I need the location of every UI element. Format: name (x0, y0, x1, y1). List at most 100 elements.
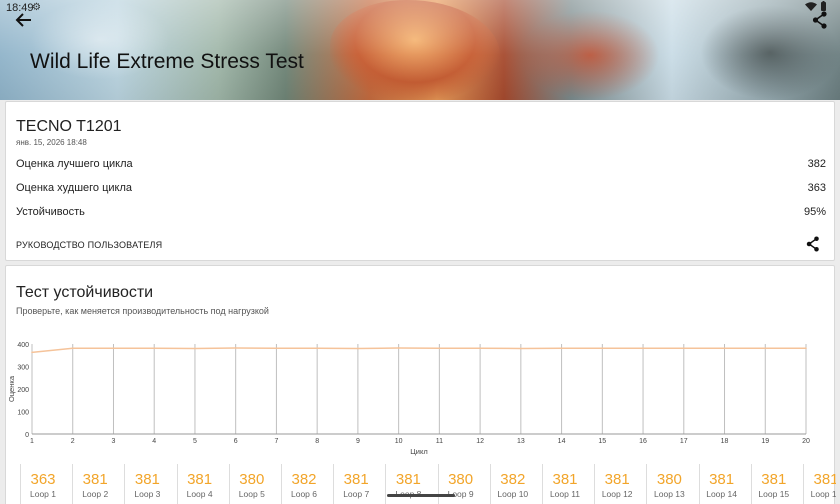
loop-score-value: 380 (656, 471, 682, 488)
loop-scores: 363 Loop 1 381 Loop 2 381 Loop 3 381 Loop 4 380 L… (20, 464, 836, 504)
loop-score-label: Loop 16 (810, 489, 836, 499)
loop-score-label: Loop 2 (82, 489, 109, 499)
x-tick-label: 3 (112, 438, 116, 445)
loop-score-value: 363 (30, 471, 56, 488)
loop-score-value: 381 (343, 471, 369, 488)
loop-score-value: 381 (604, 471, 630, 488)
x-tick-label: 12 (476, 438, 484, 445)
loop-score-value: 382 (291, 471, 317, 488)
y-tick-label: 300 (17, 365, 29, 372)
section-subtitle: Проверьте, как меняется производительнос… (16, 306, 269, 316)
data-point (642, 347, 644, 350)
loop-separator (594, 464, 596, 504)
loop-score-label: Loop 3 (134, 489, 161, 499)
x-tick-label: 13 (517, 438, 525, 445)
data-point (316, 347, 318, 350)
loop-separator (333, 464, 335, 504)
loop-separator (281, 464, 282, 504)
data-point (71, 347, 74, 350)
data-point (275, 347, 278, 350)
x-tick-label: 7 (274, 438, 278, 445)
data-point (560, 347, 563, 350)
x-tick-label: 9 (356, 438, 360, 445)
data-point (723, 347, 726, 350)
loop-score-value: 381 (187, 471, 213, 488)
stability-value: 95% (803, 206, 826, 218)
user-guide-link[interactable]: РУКОВОДСТВО ПОЛЬЗОВАТЕЛЯ (16, 240, 162, 250)
loop-score-label: Loop 14 (706, 489, 737, 499)
series-line (31, 347, 806, 354)
section-title: Тест устойчивости (16, 284, 154, 301)
data-point (520, 347, 522, 350)
stability-label: Устойчивость (16, 206, 85, 218)
x-tick-label: 2 (71, 438, 75, 445)
loop-score-label: Loop 5 (238, 489, 265, 499)
loop-score-item: 363 Loop 1 (20, 464, 66, 504)
battery-icon (821, 2, 826, 11)
loop-score-value: 381 (82, 471, 108, 488)
x-tick-label: 6 (234, 438, 238, 445)
loop-score-value: 381 (813, 471, 836, 488)
loop-score-item: 381 Loop 2 (72, 464, 118, 504)
data-point (479, 347, 481, 350)
loop-separator (385, 464, 387, 504)
x-tick-label: 20 (802, 438, 810, 445)
loop-score-value: 381 (709, 471, 735, 488)
loop-separator (437, 464, 439, 504)
share-icon[interactable] (806, 236, 820, 252)
data-point (153, 347, 156, 350)
loop-separator (176, 464, 178, 504)
data-point (112, 347, 115, 350)
loop-score-label: Loop 4 (186, 489, 213, 499)
loop-score-item: 380 Loop 9 (437, 464, 484, 504)
loop-score-value: 380 (448, 471, 474, 488)
x-tick-label: 4 (152, 438, 156, 445)
worst-loop-value: 363 (807, 182, 826, 194)
data-point (31, 351, 33, 354)
stability-row: Устойчивость 95% (16, 206, 826, 218)
data-point (601, 347, 604, 350)
loop-score-label: Loop 11 (549, 489, 581, 499)
device-name: TECNO T1201 (16, 118, 122, 135)
loop-score-label: Loop 1 (30, 489, 56, 499)
loop-separator (698, 464, 700, 504)
loop-score-value: 381 (761, 471, 787, 488)
loop-score-item: 382 Loop 6 (281, 464, 327, 504)
data-point (438, 347, 441, 350)
loop-score-label: Loop 12 (601, 489, 633, 499)
y-tick-label: 400 (17, 342, 29, 349)
data-point (397, 347, 400, 349)
stability-card: Тест устойчивости Проверьте, как меняетс… (5, 265, 836, 504)
loop-score-item: 380 Loop 13 (646, 464, 692, 504)
loop-score-item: 381 Loop 14 (698, 464, 745, 504)
worst-loop-row: Оценка худшего цикла 363 (16, 182, 826, 194)
loop-separator (489, 464, 491, 504)
loop-score-item: 381Loop 8 (385, 464, 431, 504)
x-tick-label: 14 (558, 438, 566, 445)
loop-separator (228, 464, 230, 504)
data-point (194, 347, 196, 350)
y-tick-label: 0 (25, 432, 29, 439)
loop-separator (20, 464, 21, 504)
data-point (764, 347, 767, 350)
page-title: Wild Life Extreme Stress Test (30, 50, 304, 73)
loop-score-item: 381 Loop 3 (124, 464, 170, 504)
loop-score-label: Loop 10 (497, 489, 529, 499)
gesture-nav-bar[interactable] (387, 494, 455, 497)
x-tick-label: 5 (193, 438, 197, 445)
x-tick-label: 18 (721, 438, 729, 445)
loop-score-value: 380 (239, 471, 265, 488)
loop-separator (72, 464, 74, 504)
loop-score-item: 381 Loop 4 (176, 464, 223, 504)
data-point (682, 347, 685, 350)
best-loop-value: 382 (807, 158, 826, 170)
loop-score-value: 382 (500, 471, 526, 488)
loop-separator (750, 464, 752, 504)
loop-score-item: 381 Loop 12 (594, 464, 640, 504)
loop-score-label: Loop 7 (343, 489, 370, 499)
best-loop-row: Оценка лучшего цикла 382 (16, 158, 826, 170)
share-icon[interactable] (812, 11, 828, 29)
x-axis-label: Цикл (410, 447, 427, 456)
arrow-back-icon[interactable] (14, 10, 34, 30)
x-tick-label: 11 (436, 438, 443, 445)
